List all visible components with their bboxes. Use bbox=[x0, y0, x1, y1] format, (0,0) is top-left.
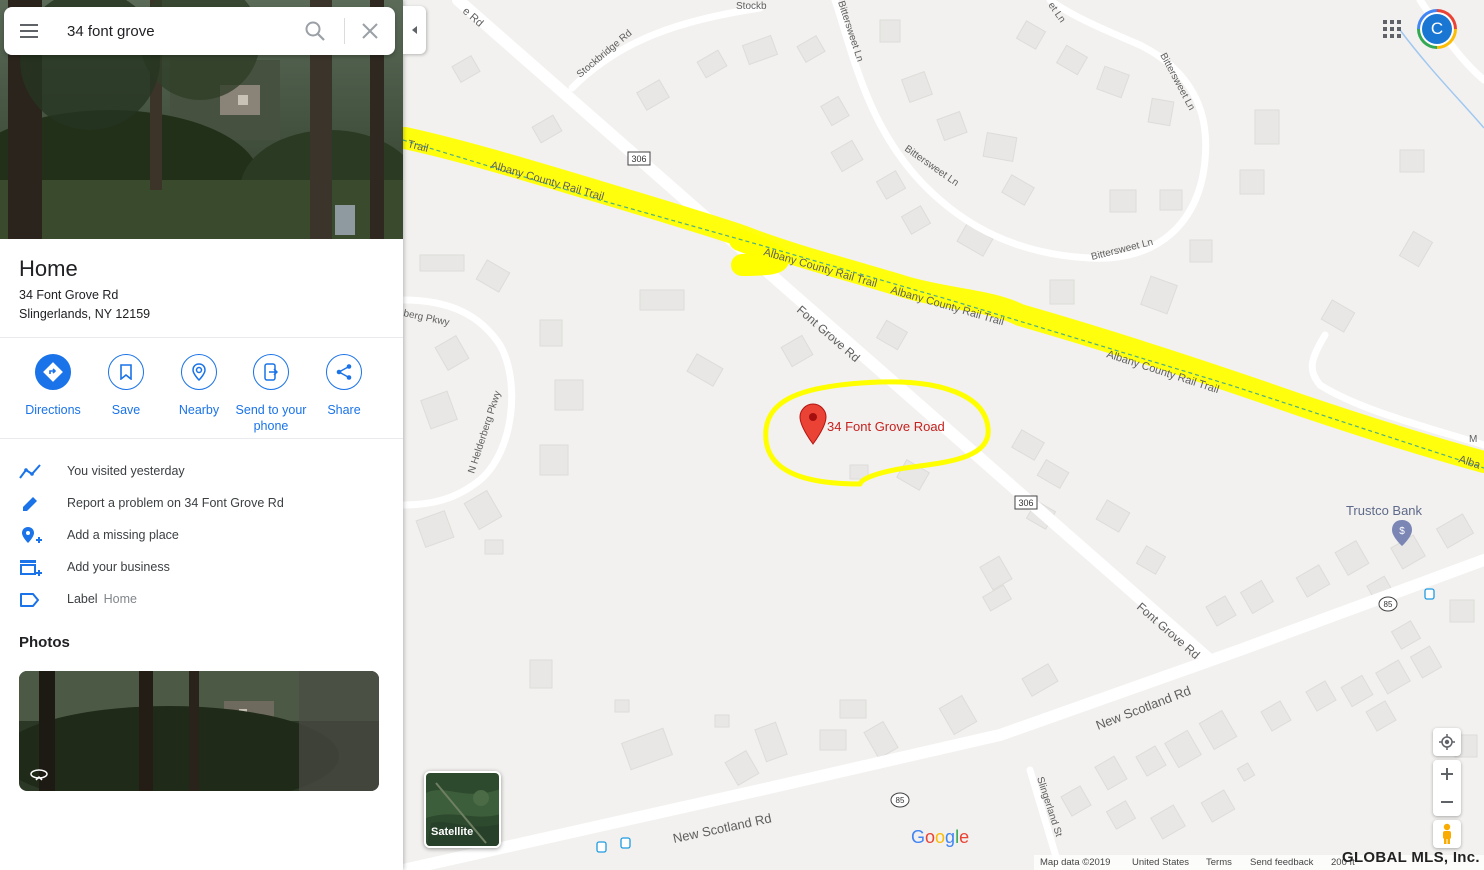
close-icon[interactable] bbox=[360, 21, 380, 41]
place-title: Home bbox=[19, 256, 78, 281]
map-data-attribution: Map data ©2019 bbox=[1040, 857, 1111, 868]
svg-text:306: 306 bbox=[631, 154, 646, 164]
address-line-2: Slingerlands, NY 12159 bbox=[19, 307, 151, 321]
country-link[interactable]: United States bbox=[1132, 857, 1189, 868]
caret-left-icon bbox=[411, 26, 417, 34]
add-business-text: Add your business bbox=[67, 560, 170, 574]
zoom-controls bbox=[1433, 760, 1461, 816]
place-actions: Directions Save Nearby Send to your phon… bbox=[0, 354, 403, 434]
terms-link[interactable]: Terms bbox=[1206, 857, 1232, 868]
report-problem-row[interactable]: Report a problem on 34 Font Grove Rd bbox=[0, 488, 403, 520]
map-canvas[interactable]: e Rd Stockbridge Rd Stockb Bittersweet L… bbox=[403, 0, 1484, 870]
add-business-row[interactable]: Add your business bbox=[0, 552, 403, 584]
route-shield-306-b: 306 bbox=[1014, 495, 1038, 510]
label-row[interactable]: Label Home bbox=[0, 584, 403, 616]
my-location-button[interactable] bbox=[1433, 728, 1461, 756]
timeline-icon bbox=[19, 464, 41, 479]
send-feedback-link[interactable]: Send feedback bbox=[1250, 857, 1313, 868]
photos-heading: Photos bbox=[19, 634, 70, 651]
zoom-out-button[interactable] bbox=[1433, 788, 1461, 816]
zoom-in-button[interactable] bbox=[1433, 760, 1461, 788]
label-value: Home bbox=[103, 592, 137, 606]
collapse-panel-button[interactable] bbox=[403, 6, 426, 54]
street-view-pegman-button[interactable] bbox=[1433, 820, 1461, 848]
label-icon bbox=[20, 593, 39, 607]
directions-icon bbox=[43, 362, 63, 382]
marker-label: 34 Font Grove Road bbox=[827, 419, 945, 434]
share-button[interactable]: Share bbox=[299, 354, 389, 418]
search-icon[interactable] bbox=[304, 20, 326, 42]
bookmark-icon bbox=[120, 364, 132, 380]
watermark: GLOBAL MLS, Inc. bbox=[1342, 849, 1480, 866]
satellite-label: Satellite bbox=[431, 826, 474, 838]
add-missing-place-row[interactable]: Add a missing place bbox=[0, 520, 403, 552]
address-line-1: 34 Font Grove Rd bbox=[19, 288, 119, 302]
pegman-icon bbox=[1443, 823, 1451, 844]
add-place-icon bbox=[22, 527, 42, 543]
svg-text:$: $ bbox=[1399, 526, 1405, 537]
label-text: Label Home bbox=[67, 592, 137, 606]
add-missing-place-text: Add a missing place bbox=[67, 528, 179, 542]
menu-icon[interactable] bbox=[20, 7, 46, 55]
my-location-icon bbox=[1439, 734, 1455, 750]
route-shield-306-a: 306 bbox=[627, 151, 651, 166]
place-info-list: You visited yesterday Report a problem o… bbox=[0, 456, 403, 616]
google-apps-button[interactable] bbox=[1382, 19, 1402, 39]
google-logo: Google bbox=[911, 827, 969, 847]
visited-row[interactable]: You visited yesterday bbox=[0, 456, 403, 488]
pencil-icon bbox=[23, 497, 37, 511]
search-input[interactable] bbox=[67, 16, 287, 46]
send-to-phone-icon bbox=[264, 363, 278, 381]
route-shield-85-a: 85 bbox=[1378, 596, 1398, 612]
place-panel: Home 34 Font Grove Rd Slingerlands, NY 1… bbox=[0, 0, 403, 870]
visited-text: You visited yesterday bbox=[67, 464, 185, 478]
plus-icon bbox=[1441, 768, 1453, 780]
share-icon bbox=[336, 364, 352, 380]
account-avatar[interactable]: C bbox=[1417, 9, 1457, 49]
search-box bbox=[4, 7, 395, 55]
panorama-360-icon bbox=[30, 769, 48, 781]
photo-thumbnail[interactable] bbox=[19, 671, 379, 791]
map-svg: e Rd Stockbridge Rd Stockb Bittersweet L… bbox=[403, 0, 1484, 870]
nearby-icon bbox=[192, 363, 206, 381]
route-shield-85-b: 85 bbox=[890, 792, 910, 808]
apps-grid-icon bbox=[1383, 20, 1401, 38]
svg-text:85: 85 bbox=[1384, 600, 1393, 609]
svg-text:306: 306 bbox=[1018, 498, 1033, 508]
label-m: M bbox=[1469, 434, 1477, 445]
satellite-layer-toggle[interactable]: Satellite bbox=[424, 771, 501, 848]
report-problem-text: Report a problem on 34 Font Grove Rd bbox=[67, 496, 284, 510]
label-stockb-top: Stockb bbox=[736, 1, 767, 12]
photo-image bbox=[19, 671, 379, 791]
share-label: Share bbox=[327, 403, 361, 417]
svg-text:85: 85 bbox=[896, 796, 905, 805]
minus-icon bbox=[1441, 801, 1453, 803]
svg-text:Trustco Bank: Trustco Bank bbox=[1346, 503, 1423, 518]
svg-text:Google: Google bbox=[911, 827, 969, 847]
add-business-icon bbox=[20, 560, 42, 576]
avatar-initial: C bbox=[1422, 14, 1452, 44]
